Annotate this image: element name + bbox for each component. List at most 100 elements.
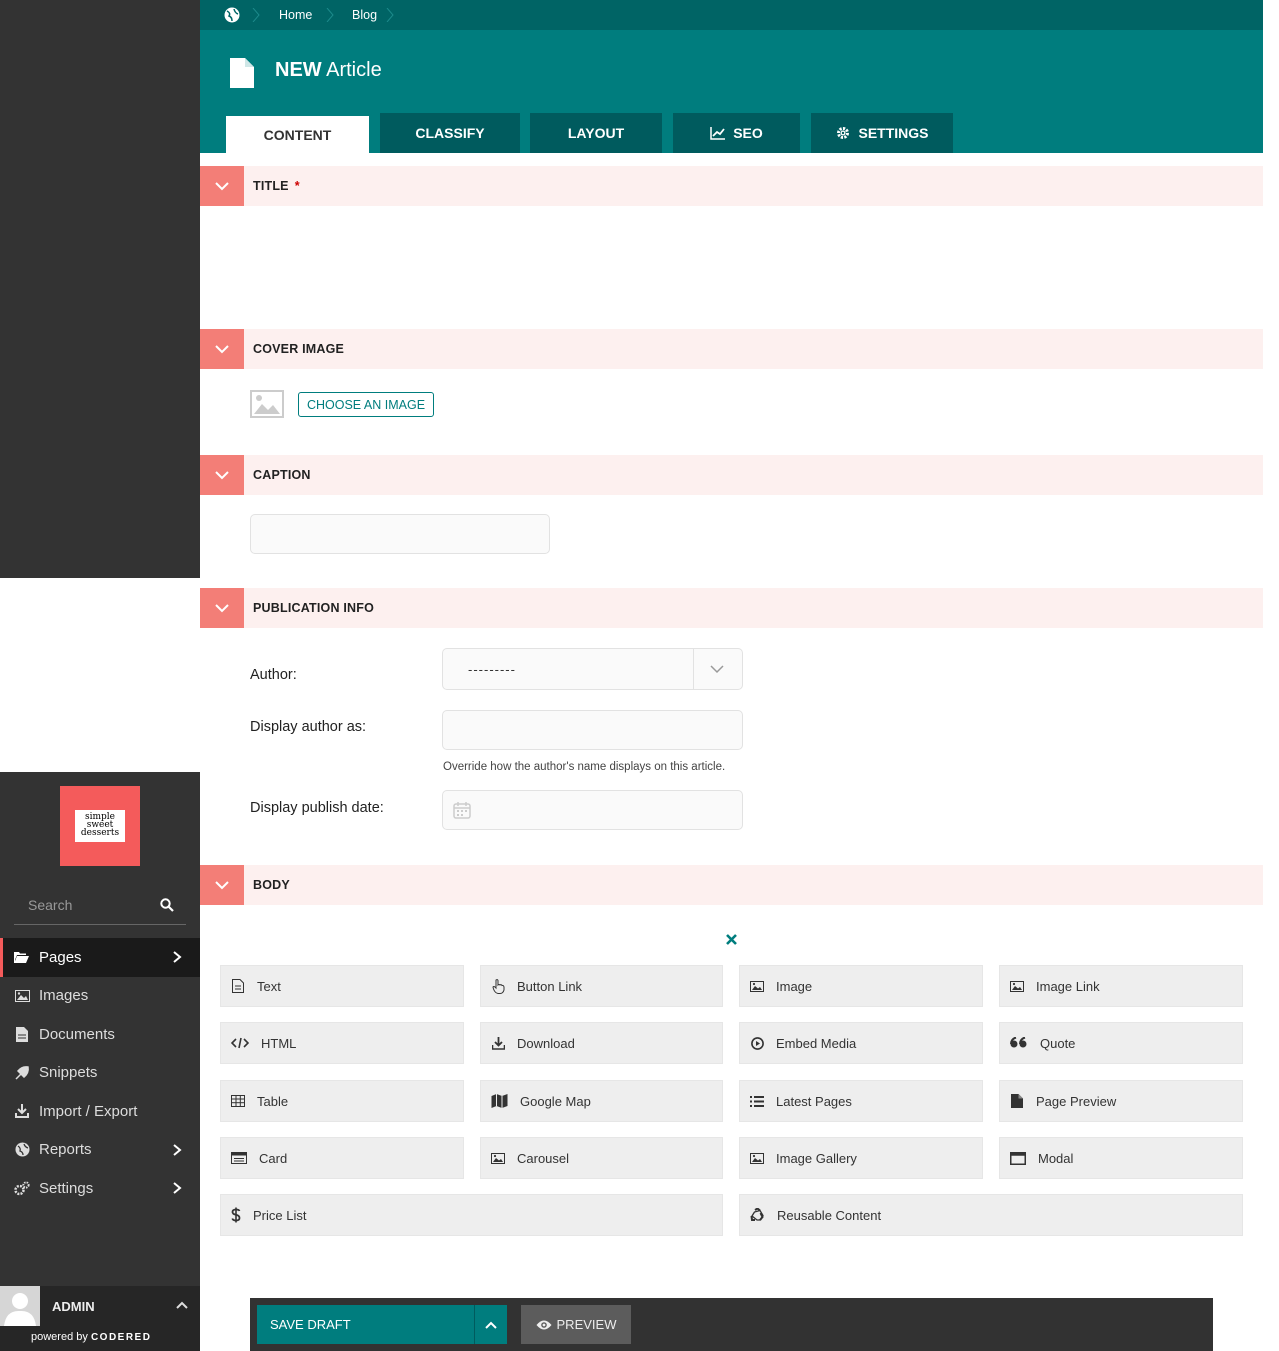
page-header: Home Blog NEW Article CONTENT CLASSIFY L…	[200, 0, 1263, 153]
sidebar: simple sweet desserts Pages Images Docum…	[0, 772, 200, 1351]
block-button-link-button[interactable]: Button Link	[480, 965, 723, 1007]
image-icon	[14, 988, 30, 1004]
chevron-down-icon	[215, 345, 229, 354]
save-draft-button[interactable]: SAVE DRAFT	[257, 1305, 474, 1344]
sidebar-item-snippets[interactable]: Snippets	[0, 1054, 200, 1093]
account-menu[interactable]: ADMIN powered by CODERED	[0, 1286, 200, 1351]
block-table-button[interactable]: Table	[220, 1080, 464, 1122]
sidebar-item-pages[interactable]: Pages	[0, 938, 200, 977]
table-icon	[231, 1094, 245, 1108]
section-title: BODY	[253, 878, 290, 892]
tab-seo[interactable]: SEO	[673, 113, 800, 153]
block-label: Image	[776, 978, 813, 994]
author-select[interactable]: ---------	[442, 648, 743, 690]
chevron-down-icon	[215, 881, 229, 890]
tab-label: LAYOUT	[567, 125, 625, 141]
block-html-button[interactable]: HTML	[220, 1022, 464, 1064]
breadcrumb: Home Blog	[200, 0, 1263, 30]
globe-icon	[14, 1142, 30, 1158]
block-embed-media-button[interactable]: Embed Media	[739, 1022, 983, 1064]
section-toggle[interactable]	[200, 865, 244, 905]
image-icon	[1010, 979, 1024, 993]
section-toggle[interactable]	[200, 329, 244, 369]
chevron-up-icon	[485, 1321, 497, 1329]
block-image-link-button[interactable]: Image Link	[999, 965, 1243, 1007]
preview-button[interactable]: PREVIEW	[521, 1305, 631, 1344]
section-toggle[interactable]	[200, 166, 244, 206]
section-title: TITLE *	[253, 179, 300, 193]
block-label: Price List	[253, 1207, 307, 1223]
powered-by-brand[interactable]: CODERED	[91, 1332, 152, 1343]
section-body-header: BODY	[200, 865, 1263, 905]
block-label: Image Link	[1036, 978, 1100, 994]
search-input[interactable]	[14, 887, 154, 923]
sidebar-item-label: Settings	[39, 1179, 94, 1197]
block-quote-button[interactable]: Quote	[999, 1022, 1243, 1064]
chevron-down-icon	[215, 604, 229, 613]
block-image-button[interactable]: Image	[739, 965, 983, 1007]
block-text-button[interactable]: Text	[220, 965, 464, 1007]
sidebar-item-documents[interactable]: Documents	[0, 1015, 200, 1054]
block-card-button[interactable]: Card	[220, 1137, 464, 1179]
recycle-icon	[750, 1208, 765, 1222]
list-icon	[750, 1094, 764, 1108]
card-icon	[231, 1151, 247, 1165]
breadcrumb-separator-icon	[326, 8, 334, 22]
site-logo[interactable]: simple sweet desserts	[60, 786, 140, 866]
powered-by-text: powered by	[31, 1331, 88, 1343]
breadcrumb-separator-icon	[252, 8, 260, 22]
tab-layout[interactable]: LAYOUT	[530, 113, 662, 153]
section-title: COVER IMAGE	[253, 342, 345, 356]
search-icon[interactable]	[160, 898, 174, 912]
chevron-down-icon	[215, 471, 229, 480]
block-label: Latest Pages	[776, 1093, 852, 1109]
publish-date-input[interactable]	[442, 790, 743, 830]
block-label: Modal	[1038, 1150, 1074, 1166]
document-icon	[230, 58, 254, 88]
preview-label: PREVIEW	[556, 1317, 617, 1332]
section-cover-image-header: COVER IMAGE	[200, 329, 1263, 369]
caption-input[interactable]	[250, 514, 550, 554]
display-author-input[interactable]	[442, 710, 743, 750]
chevron-down-icon	[215, 182, 229, 191]
required-mark: *	[294, 179, 300, 193]
document-icon	[14, 1026, 30, 1042]
block-price-list-button[interactable]: Price List	[220, 1194, 723, 1236]
tab-classify[interactable]: CLASSIFY	[380, 113, 520, 153]
block-google-map-button[interactable]: Google Map	[480, 1080, 723, 1122]
choose-image-button[interactable]: CHOOSE AN IMAGE	[298, 392, 434, 417]
globe-icon[interactable]	[224, 7, 240, 23]
page-title: NEW Article	[275, 59, 382, 82]
block-carousel-button[interactable]: Carousel	[480, 1137, 723, 1179]
image-icon	[750, 1151, 764, 1165]
block-page-preview-button[interactable]: Page Preview	[999, 1080, 1243, 1122]
cogs-icon	[14, 1180, 30, 1196]
section-toggle[interactable]	[200, 588, 244, 628]
block-download-button[interactable]: Download	[480, 1022, 723, 1064]
block-latest-pages-button[interactable]: Latest Pages	[739, 1080, 983, 1122]
publish-date-label: Display publish date:	[250, 800, 384, 816]
section-toggle[interactable]	[200, 455, 244, 495]
sidebar-item-settings[interactable]: Settings	[0, 1169, 200, 1208]
block-reusable-content-button[interactable]: Reusable Content	[739, 1194, 1243, 1236]
tab-label: CONTENT	[263, 126, 332, 143]
section-caption-header: CAPTION	[200, 455, 1263, 495]
block-label: Embed Media	[776, 1035, 857, 1051]
tab-label: SETTINGS	[858, 125, 929, 141]
quote-icon	[1010, 1036, 1028, 1050]
chevron-up-icon[interactable]	[176, 1300, 188, 1310]
section-publication-info-header: PUBLICATION INFO	[200, 588, 1263, 628]
breadcrumb-blog[interactable]: Blog	[352, 8, 377, 22]
chevron-right-icon	[173, 951, 182, 963]
section-title: PUBLICATION INFO	[253, 601, 375, 615]
block-modal-button[interactable]: Modal	[999, 1137, 1243, 1179]
sidebar-item-reports[interactable]: Reports	[0, 1131, 200, 1170]
more-actions-toggle[interactable]	[474, 1305, 507, 1344]
tab-settings[interactable]: SETTINGS	[811, 113, 953, 153]
breadcrumb-home[interactable]: Home	[279, 8, 312, 22]
sidebar-item-images[interactable]: Images	[0, 977, 200, 1016]
close-icon[interactable]	[725, 933, 738, 946]
sidebar-item-import-export[interactable]: Import / Export	[0, 1092, 200, 1131]
tab-content[interactable]: CONTENT	[226, 113, 369, 153]
block-image-gallery-button[interactable]: Image Gallery	[739, 1137, 983, 1179]
